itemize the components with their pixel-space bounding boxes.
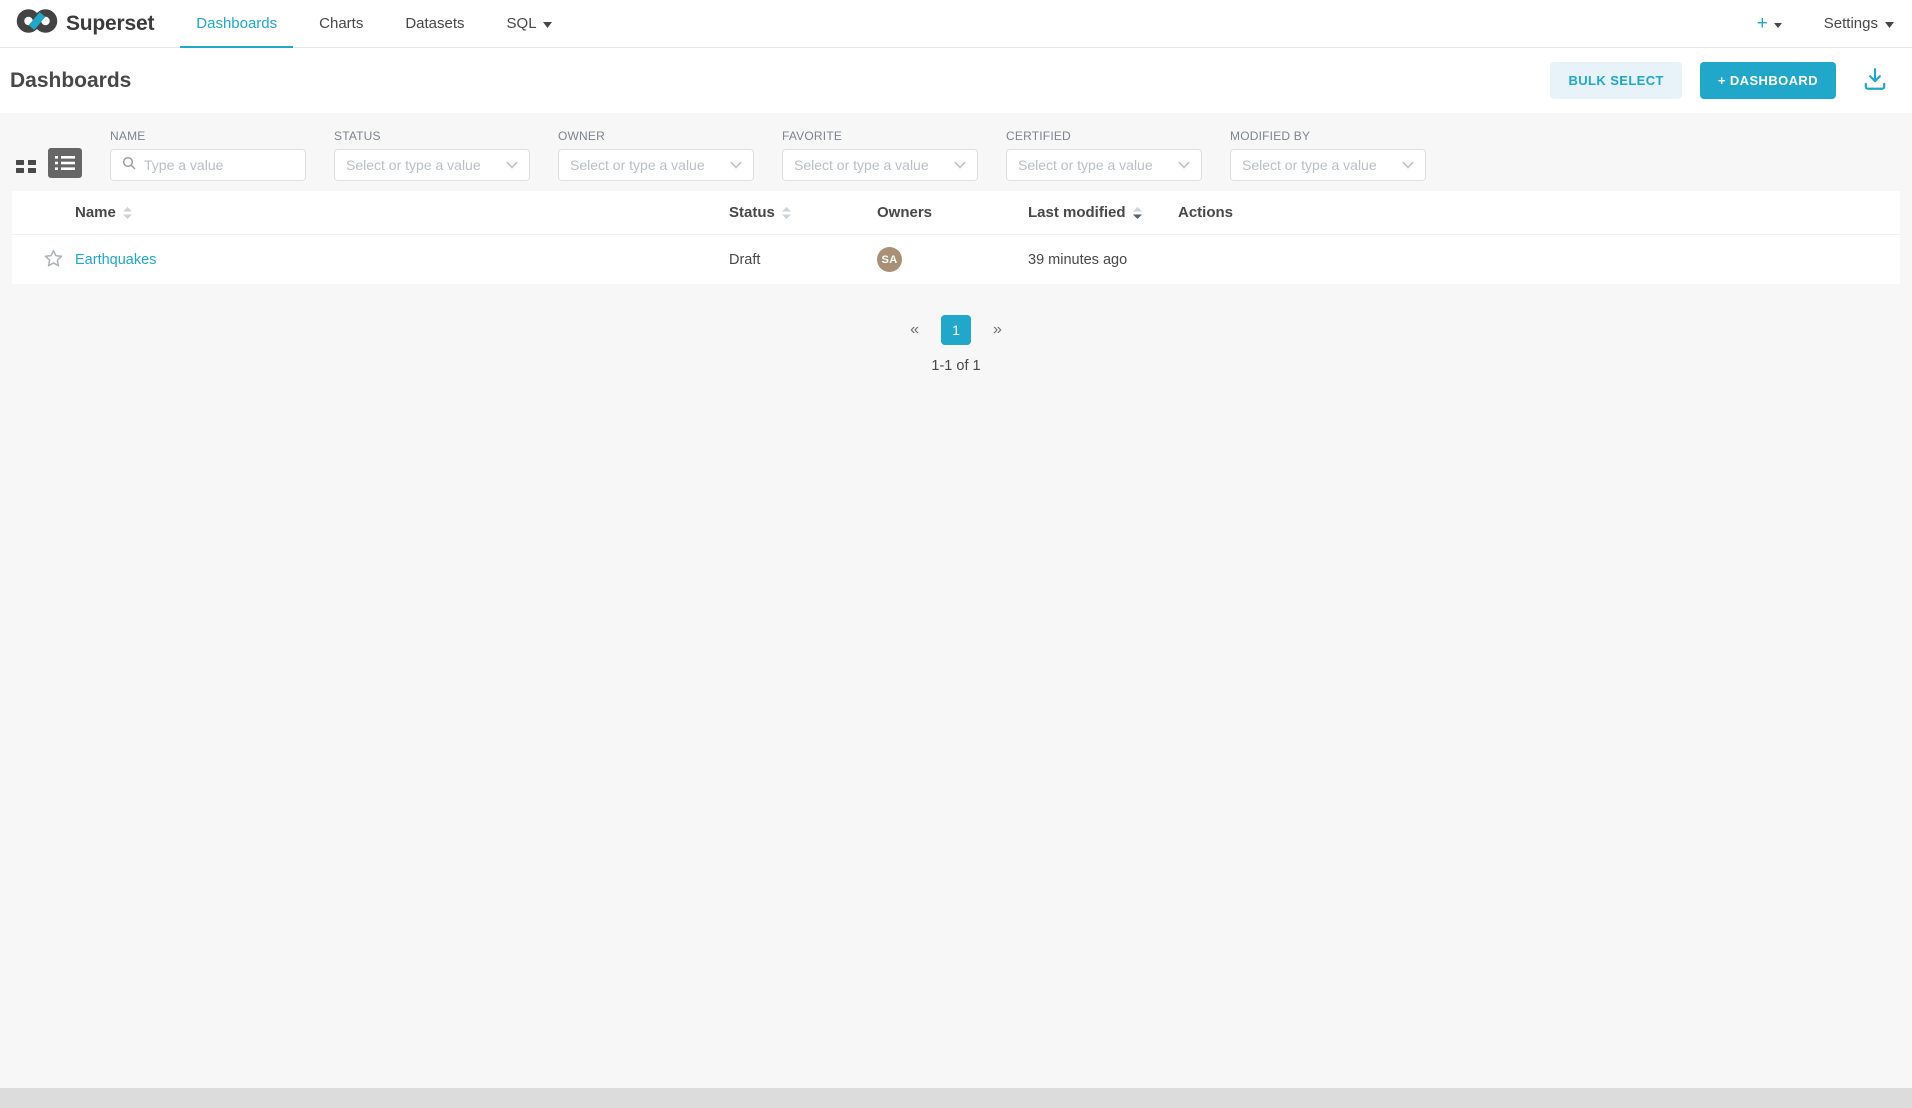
nav-tab-sql-label: SQL <box>507 15 537 32</box>
certified-select-placeholder: Select or type a value <box>1018 157 1172 173</box>
settings-menu[interactable]: Settings <box>1824 15 1894 32</box>
favorite-select[interactable]: Select or type a value <box>782 149 978 181</box>
header-actions: BULK SELECT + DASHBOARD <box>1550 62 1890 99</box>
page-title: Dashboards <box>10 69 131 93</box>
name-search-input[interactable] <box>144 157 294 173</box>
filter-owner-label: OWNER <box>558 129 754 143</box>
superset-infinity-icon <box>16 6 58 41</box>
filter-bar: NAME STATUS Select or type a value OWNER… <box>0 113 1912 191</box>
col-name-label: Name <box>75 204 116 221</box>
filter-favorite-label: FAVORITE <box>782 129 978 143</box>
modified-by-select-placeholder: Select or type a value <box>1242 157 1396 173</box>
plus-icon: + <box>1757 14 1768 33</box>
nav-right-controls: + Settings <box>1757 0 1894 47</box>
pager-page-1[interactable]: 1 <box>941 315 971 345</box>
modified-by-select[interactable]: Select or type a value <box>1230 149 1426 181</box>
pager: « 1 » <box>904 315 1008 345</box>
certified-select[interactable]: Select or type a value <box>1006 149 1202 181</box>
list-view-icon[interactable] <box>48 148 82 178</box>
col-status-label: Status <box>729 204 775 221</box>
star-outline-icon <box>44 249 63 271</box>
bulk-select-button[interactable]: BULK SELECT <box>1550 62 1681 99</box>
header-cell-name[interactable]: Name <box>75 204 729 221</box>
download-icon <box>1862 67 1888 94</box>
nav-tab-charts[interactable]: Charts <box>315 0 367 47</box>
view-mode-toggle <box>14 148 82 181</box>
header-cell-status[interactable]: Status <box>729 204 877 221</box>
chevron-down-icon <box>506 161 518 169</box>
row-owners-cell: SA <box>877 247 1028 272</box>
header-cell-owners: Owners <box>877 204 1028 221</box>
card-view-icon[interactable] <box>14 154 38 178</box>
caret-down-icon <box>1885 15 1894 32</box>
sort-desc-icon <box>1133 207 1142 219</box>
table-header-row: Name Status Owners Last modified Actions <box>12 191 1900 235</box>
favorite-star-button[interactable] <box>44 249 63 271</box>
dashboard-link[interactable]: Earthquakes <box>75 252 156 268</box>
chevron-down-icon <box>1178 161 1190 169</box>
filter-status: STATUS Select or type a value <box>334 129 530 181</box>
owner-select-placeholder: Select or type a value <box>570 157 724 173</box>
sort-icon <box>123 207 132 219</box>
import-dashboards-button[interactable] <box>1860 65 1890 96</box>
settings-label: Settings <box>1824 15 1878 32</box>
chevron-down-icon <box>730 161 742 169</box>
dashboards-table: Name Status Owners Last modified Actions <box>12 191 1900 284</box>
bottom-scrollbar-track[interactable] <box>0 1088 1912 1108</box>
chevron-down-icon <box>1402 161 1414 169</box>
filter-status-label: STATUS <box>334 129 530 143</box>
add-dashboard-button[interactable]: + DASHBOARD <box>1700 62 1836 99</box>
caret-down-icon <box>543 15 552 32</box>
pagination-summary: 1-1 of 1 <box>931 358 980 374</box>
owner-avatar: SA <box>877 247 902 272</box>
caret-down-icon <box>1774 15 1782 33</box>
table-row: Earthquakes Draft SA 39 minutes ago <box>12 235 1900 284</box>
pager-prev-button[interactable]: « <box>904 319 925 341</box>
pagination: « 1 » 1-1 of 1 <box>0 315 1912 374</box>
row-status-cell: Draft <box>729 252 877 268</box>
superset-logo[interactable]: Superset <box>16 0 154 47</box>
brand-name: Superset <box>66 12 154 36</box>
status-select[interactable]: Select or type a value <box>334 149 530 181</box>
new-item-menu[interactable]: + <box>1757 14 1782 33</box>
row-name-cell: Earthquakes <box>75 252 729 268</box>
chevron-down-icon <box>954 161 966 169</box>
main-nav-tabs: Dashboards Charts Datasets SQL <box>192 0 555 47</box>
pager-next-button[interactable]: » <box>987 319 1008 341</box>
top-nav: Superset Dashboards Charts Datasets SQL … <box>0 0 1912 48</box>
row-favorite-cell <box>12 249 75 271</box>
header-cell-actions: Actions <box>1178 204 1900 221</box>
sort-icon <box>782 207 791 219</box>
col-owners-label: Owners <box>877 204 932 221</box>
nav-tab-dashboards[interactable]: Dashboards <box>192 0 281 47</box>
favorite-select-placeholder: Select or type a value <box>794 157 948 173</box>
filter-name: NAME <box>110 129 306 181</box>
col-actions-label: Actions <box>1178 204 1233 221</box>
row-last-modified-cell: 39 minutes ago <box>1028 252 1178 268</box>
header-cell-last-modified[interactable]: Last modified <box>1028 204 1178 221</box>
filter-name-label: NAME <box>110 129 306 143</box>
status-select-placeholder: Select or type a value <box>346 157 500 173</box>
owner-select[interactable]: Select or type a value <box>558 149 754 181</box>
filter-favorite: FAVORITE Select or type a value <box>782 129 978 181</box>
search-icon <box>122 156 136 175</box>
filter-modified-by: MODIFIED BY Select or type a value <box>1230 129 1426 181</box>
filter-modified-by-label: MODIFIED BY <box>1230 129 1426 143</box>
nav-tab-sql[interactable]: SQL <box>503 0 556 47</box>
nav-tab-datasets[interactable]: Datasets <box>401 0 468 47</box>
filter-owner: OWNER Select or type a value <box>558 129 754 181</box>
name-search-field[interactable] <box>110 149 306 181</box>
col-last-modified-label: Last modified <box>1028 204 1126 221</box>
page-header: Dashboards BULK SELECT + DASHBOARD <box>0 48 1912 113</box>
filter-certified: CERTIFIED Select or type a value <box>1006 129 1202 181</box>
filter-certified-label: CERTIFIED <box>1006 129 1202 143</box>
